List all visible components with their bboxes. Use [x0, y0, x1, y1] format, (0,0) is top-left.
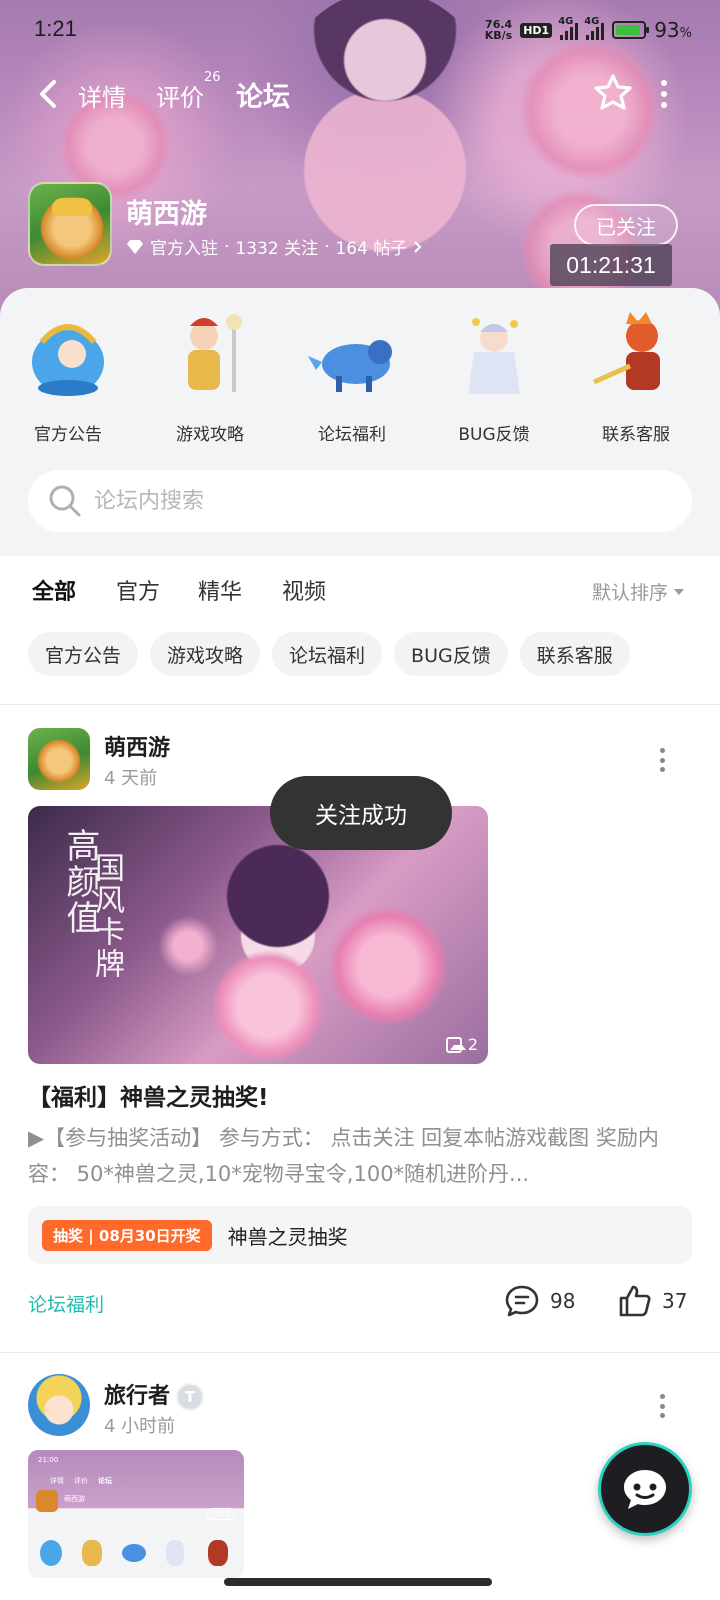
chat-fab-button[interactable] — [598, 1442, 692, 1536]
like-button[interactable]: 37 — [618, 1284, 687, 1318]
post-title[interactable]: 【福利】神兽之灵抽奖! — [28, 1078, 269, 1112]
toast-message: 关注成功 — [270, 776, 452, 850]
lottery-name: 神兽之灵抽奖 — [227, 1224, 348, 1249]
tab-video[interactable]: 视频 — [282, 574, 326, 606]
comment-button[interactable]: 98 — [504, 1284, 575, 1318]
follow-button[interactable]: 已关注 — [574, 204, 678, 246]
top-nav: 详情 评价 26 论坛 — [0, 66, 720, 122]
follower-count: 1332 关注 — [235, 239, 319, 259]
category-bug-report[interactable]: BUG反馈 — [434, 312, 554, 445]
caret-down-icon — [674, 588, 684, 595]
star-icon — [594, 74, 632, 110]
post-more-button[interactable] — [656, 748, 668, 772]
category-benefits[interactable]: 论坛福利 — [292, 312, 412, 445]
game-app-icon[interactable] — [28, 182, 112, 266]
category-announcements[interactable]: 官方公告 — [8, 312, 128, 445]
author-avatar[interactable] — [28, 1374, 90, 1436]
network-speed: 76.4 KB/s — [484, 18, 513, 42]
tab-official[interactable]: 官方 — [116, 574, 160, 606]
search-input[interactable] — [94, 488, 654, 514]
home-indicator[interactable] — [224, 1578, 492, 1586]
like-count: 37 — [662, 1289, 688, 1313]
fairy-character-icon — [448, 312, 540, 402]
status-indicators: 76.4 KB/s HD1 4G 4G 93% — [484, 16, 692, 42]
demon-king-character-icon — [590, 312, 682, 402]
warrior-character-icon — [164, 312, 256, 402]
chip-announcements[interactable]: 官方公告 — [28, 632, 139, 676]
post-screenshot-thumbnail[interactable]: 21:00 详情 评价 论坛 萌西游 已关注 — [28, 1450, 244, 1578]
forum-category-panel: 官方公告 游戏攻略 论坛福利 BUG反馈 联系客服 — [0, 288, 720, 556]
lottery-card[interactable]: 抽奖 | 08月30日开奖 神兽之灵抽奖 — [28, 1206, 692, 1264]
category-chips: 官方公告 游戏攻略 论坛福利 BUG反馈 联系客服 — [28, 632, 630, 676]
game-title: 萌西游 — [126, 199, 207, 230]
forum-search-bar[interactable] — [28, 470, 692, 532]
battery-icon — [612, 21, 650, 39]
author-name[interactable]: 旅行者 T — [104, 1378, 205, 1411]
user-level-badge: T — [176, 1383, 205, 1411]
tab-details[interactable]: 详情 — [78, 78, 126, 113]
official-label: 官方入驻 — [150, 239, 218, 259]
chip-bug-report[interactable]: BUG反馈 — [394, 632, 508, 676]
divider — [0, 1352, 720, 1353]
hd-badge: HD1 — [520, 22, 553, 38]
tab-reviews[interactable]: 评价 — [156, 78, 204, 113]
post-time: 4 天前 — [104, 768, 158, 789]
tab-all[interactable]: 全部 — [32, 574, 76, 612]
lottery-badge: 抽奖 | 08月30日开奖 — [42, 1219, 212, 1251]
author-avatar[interactable] — [28, 728, 90, 790]
dragon-character-icon — [22, 312, 114, 402]
game-meta[interactable]: 官方入驻 · 1332 关注 · 164 帖子 — [126, 234, 423, 259]
thumbs-up-icon — [619, 1285, 651, 1317]
tab-forum[interactable]: 论坛 — [234, 75, 292, 114]
status-bar: 1:21 76.4 KB/s HD1 4G 4G 93% — [0, 0, 720, 62]
tab-featured[interactable]: 精华 — [198, 574, 242, 606]
chevron-right-icon — [414, 240, 422, 253]
comment-icon — [505, 1285, 539, 1317]
post-more-button[interactable] — [656, 1394, 668, 1418]
signal-icon: 4G — [584, 16, 605, 40]
search-icon — [49, 485, 81, 517]
timer-overlay: 01:21:31 — [550, 244, 672, 286]
sort-dropdown[interactable]: 默认排序 — [592, 578, 684, 605]
back-button[interactable] — [30, 76, 66, 112]
image-count: 2 — [445, 1035, 478, 1054]
post-category-link[interactable]: 论坛福利 — [28, 1290, 104, 1317]
more-menu-button[interactable] — [656, 80, 672, 108]
battery-level: 93% — [654, 18, 692, 42]
post-excerpt: ▶【参与抽奖活动】 参与方式： 点击关注 回复本帖游戏截图 奖励内容： 50*神… — [28, 1126, 659, 1186]
post-count: 164 帖子 — [335, 239, 408, 259]
image-caption: 国风卡牌 — [89, 852, 124, 980]
image-icon — [445, 1036, 466, 1053]
beast-character-icon — [306, 312, 398, 402]
comment-count: 98 — [550, 1289, 576, 1313]
post-time: 4 小时前 — [104, 1416, 176, 1437]
review-count-badge: 26 — [204, 70, 221, 85]
chip-guides[interactable]: 游戏攻略 — [150, 632, 261, 676]
author-name[interactable]: 萌西游 — [104, 730, 170, 762]
chat-bubble-icon — [624, 1470, 666, 1509]
category-guides[interactable]: 游戏攻略 — [150, 312, 270, 445]
chip-benefits[interactable]: 论坛福利 — [272, 632, 383, 676]
filter-tabs: 全部 官方 精华 视频 默认排序 — [0, 572, 720, 612]
chip-customer-service[interactable]: 联系客服 — [519, 632, 630, 676]
status-time: 1:21 — [34, 16, 77, 41]
diamond-icon — [127, 239, 143, 254]
divider — [0, 704, 720, 705]
chevron-left-icon — [40, 80, 56, 108]
category-customer-service[interactable]: 联系客服 — [576, 312, 696, 445]
signal-icon: 4G — [558, 16, 579, 40]
favorite-button[interactable] — [592, 72, 634, 114]
mini-game-icon — [36, 1490, 58, 1512]
